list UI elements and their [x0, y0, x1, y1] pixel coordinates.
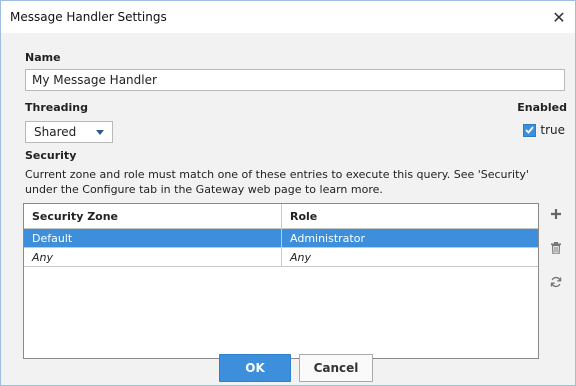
enabled-label: Enabled — [517, 101, 567, 114]
threading-value: Shared — [34, 125, 77, 139]
cell-security-zone: Any — [24, 248, 282, 266]
enabled-checkbox[interactable]: true — [523, 123, 565, 137]
table-row[interactable]: Any Any — [24, 248, 538, 267]
add-icon[interactable] — [547, 205, 565, 223]
cancel-button[interactable]: Cancel — [299, 354, 373, 382]
cell-role: Administrator — [290, 231, 365, 245]
window-title: Message Handler Settings — [10, 10, 167, 24]
header-security-zone[interactable]: Security Zone — [24, 204, 282, 228]
threading-label: Threading — [25, 101, 88, 114]
name-label: Name — [25, 51, 61, 64]
security-table: Security Zone Role Default Administrator… — [23, 203, 539, 359]
threading-select[interactable]: Shared — [25, 121, 113, 143]
security-label: Security — [25, 149, 77, 162]
trash-icon[interactable] — [547, 239, 565, 257]
cell-security-zone: Default — [24, 229, 282, 247]
cell-role: Any — [290, 250, 312, 264]
close-icon[interactable]: ✕ — [547, 5, 571, 29]
table-row[interactable]: Default Administrator — [24, 229, 538, 248]
ok-button[interactable]: OK — [219, 354, 291, 382]
name-input[interactable] — [25, 69, 565, 91]
enabled-value-label: true — [540, 123, 565, 137]
table-actions — [547, 205, 565, 307]
dialog-content: Name Threading Shared Enabled true Secur… — [1, 33, 575, 385]
message-handler-settings-dialog: Message Handler Settings ✕ Name Threadin… — [0, 0, 576, 386]
header-role[interactable]: Role — [282, 204, 538, 228]
table-header: Security Zone Role — [24, 204, 538, 229]
title-bar: Message Handler Settings ✕ — [1, 1, 575, 33]
refresh-icon[interactable] — [547, 273, 565, 291]
chevron-down-icon — [96, 129, 104, 135]
security-description: Current zone and role must match one of … — [25, 168, 529, 196]
checkmark-icon[interactable] — [523, 123, 537, 137]
